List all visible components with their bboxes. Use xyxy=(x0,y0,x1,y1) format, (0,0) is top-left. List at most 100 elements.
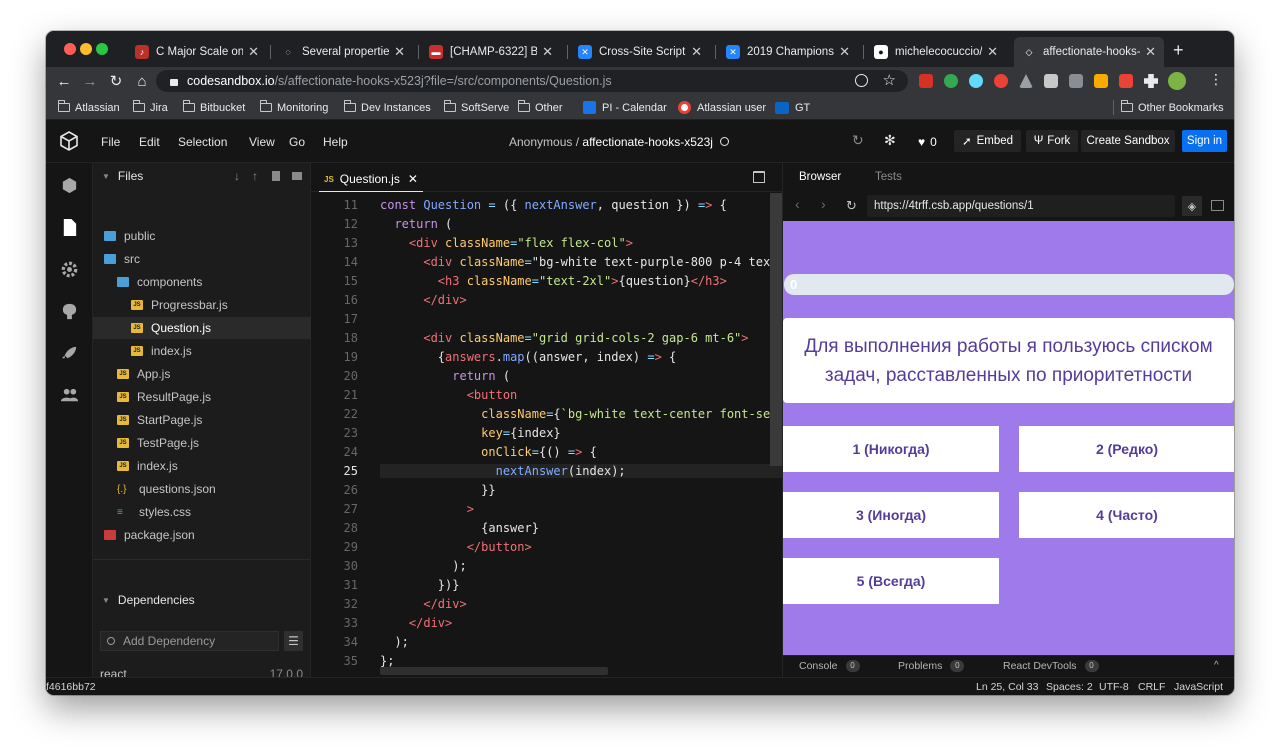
atlassian-extension-icon[interactable] xyxy=(1019,74,1033,88)
bookmark-atlassian-user[interactable]: Atlassian user xyxy=(678,100,766,115)
file-tree-item[interactable]: ≡ styles.css xyxy=(93,501,311,523)
minimize-window-button[interactable] xyxy=(80,43,92,55)
like-button[interactable]: ♥ 0 xyxy=(918,135,937,149)
bookmark-monitoring[interactable]: Monitoring xyxy=(260,100,328,115)
horizontal-scrollbar[interactable] xyxy=(380,667,608,675)
sandbox-info-icon[interactable] xyxy=(60,176,79,195)
users-icon[interactable] xyxy=(60,386,79,405)
answer-button-4[interactable]: 4 (Часто) xyxy=(1019,492,1234,538)
dependency-list-menu-icon[interactable]: ☰ xyxy=(284,631,303,651)
file-tree-item[interactable]: package.json xyxy=(93,524,311,546)
create-sandbox-button[interactable]: Create Sandbox xyxy=(1081,130,1175,152)
sandbox-name[interactable]: affectionate-hooks-x523j xyxy=(582,135,713,149)
file-tree-item[interactable]: JS index.js xyxy=(93,340,311,362)
rocket-deploy-icon[interactable] xyxy=(60,344,79,363)
menu-view[interactable]: View xyxy=(249,135,275,149)
close-tab-icon[interactable]: ✕ xyxy=(839,44,850,60)
add-dependency-input[interactable]: Add Dependency xyxy=(100,631,279,651)
editor-tab-question-js[interactable]: JS Question.js ✕ xyxy=(319,167,423,192)
code-line[interactable]: </div> xyxy=(380,597,466,611)
settings-gear-icon[interactable] xyxy=(60,260,79,279)
browser-tab-7[interactable]: ◇ affectionate-hooks- ✕ xyxy=(1014,37,1164,67)
code-line[interactable]: <button xyxy=(380,388,518,402)
code-line[interactable]: return ( xyxy=(380,369,510,383)
bookmark-atlassian[interactable]: Atlassian xyxy=(58,100,120,115)
file-tree-item[interactable]: JS TestPage.js xyxy=(93,432,311,454)
code-line[interactable]: {answers.map((answer, index) => { xyxy=(380,350,676,364)
settings-gear-icon[interactable]: ✻ xyxy=(884,132,896,149)
address-bar[interactable]: codesandbox.io/s/affectionate-hooks-x523… xyxy=(156,70,908,92)
code-line[interactable]: <div className="flex flex-col"> xyxy=(380,236,633,250)
github-icon[interactable] xyxy=(60,302,79,321)
cursor-position[interactable]: Ln 25, Col 33 xyxy=(976,681,1038,693)
refresh-icon[interactable]: ↻ xyxy=(846,198,857,214)
close-tab-icon[interactable]: ✕ xyxy=(408,172,418,186)
code-line[interactable]: ); xyxy=(380,559,466,573)
code-line[interactable]: <div className="grid grid-cols-2 gap-6 m… xyxy=(380,331,748,345)
react-devtools-tab[interactable]: React DevTools 0 xyxy=(1003,660,1099,672)
chevron-up-icon[interactable]: ^ xyxy=(1214,660,1219,671)
console-tab[interactable]: Console 0 xyxy=(799,660,860,672)
lastpass-extension-icon[interactable] xyxy=(1119,74,1133,88)
menu-file[interactable]: File xyxy=(101,135,120,149)
bookmark-other[interactable]: Other xyxy=(518,100,563,115)
react-devtools-extension-icon[interactable] xyxy=(969,74,983,88)
adblock-extension-icon[interactable] xyxy=(919,74,933,88)
file-tree-item[interactable]: JS ResultPage.js xyxy=(93,386,311,408)
sort-up-icon[interactable]: ↑ xyxy=(252,169,258,183)
code-line[interactable]: > xyxy=(380,502,474,516)
home-icon[interactable]: ⌂ xyxy=(131,70,153,92)
file-tree-item[interactable]: src xyxy=(93,248,311,270)
files-header[interactable]: ▼ Files ↓ ↑ xyxy=(93,163,311,189)
answer-button-5[interactable]: 5 (Всегда) xyxy=(783,558,999,604)
camera-extension-icon[interactable] xyxy=(1044,74,1058,88)
bookmark-pi-calendar[interactable]: PI - Calendar xyxy=(583,100,667,115)
code-line[interactable]: {answer} xyxy=(380,521,539,535)
embed-button[interactable]: ➚ Embed xyxy=(954,130,1021,152)
code-line[interactable]: </div> xyxy=(380,616,452,630)
close-window-button[interactable] xyxy=(64,43,76,55)
code-line[interactable]: <div className="bg-white text-purple-800… xyxy=(380,255,782,269)
new-file-icon[interactable] xyxy=(272,171,280,181)
tab-browser[interactable]: Browser xyxy=(799,171,841,183)
extensions-puzzle-icon[interactable] xyxy=(1144,74,1158,88)
sign-in-button[interactable]: Sign in xyxy=(1182,130,1227,152)
reload-icon[interactable]: ↻ xyxy=(105,70,127,92)
close-tab-icon[interactable]: ✕ xyxy=(542,44,553,60)
code-line[interactable]: const Question = ({ nextAnswer, question… xyxy=(380,198,727,212)
problems-tab[interactable]: Problems 0 xyxy=(898,660,965,672)
code-line[interactable]: }; xyxy=(380,654,394,668)
other-bookmarks[interactable]: Other Bookmarks xyxy=(1121,100,1224,115)
close-tab-icon[interactable]: ✕ xyxy=(987,44,998,60)
preview-url-input[interactable]: https://4trff.csb.app/questions/1 xyxy=(867,195,1175,217)
profile-avatar[interactable] xyxy=(1168,72,1186,90)
menu-go[interactable]: Go xyxy=(289,135,305,149)
browser-tab-6[interactable]: ● michelecocuccio/sin ✕ xyxy=(866,37,1006,67)
answer-button-2[interactable]: 2 (Редко) xyxy=(1019,426,1234,472)
code-line[interactable]: }} xyxy=(380,483,495,497)
bookmark-dev-instances[interactable]: Dev Instances xyxy=(344,100,431,115)
answer-button-3[interactable]: 3 (Иногда) xyxy=(783,492,999,538)
file-tree-item[interactable]: {.} questions.json xyxy=(93,478,311,500)
grammarly-extension-icon[interactable] xyxy=(944,74,958,88)
fork-button[interactable]: Ψ Fork xyxy=(1026,130,1078,152)
sort-down-icon[interactable]: ↓ xyxy=(234,169,240,183)
indentation[interactable]: Spaces: 2 xyxy=(1046,681,1093,693)
star-icon[interactable]: ☆ xyxy=(883,71,896,89)
zoom-window-button[interactable] xyxy=(96,43,108,55)
line-endings[interactable]: CRLF xyxy=(1138,681,1165,693)
close-tab-icon[interactable]: ✕ xyxy=(1145,44,1156,60)
menu-help[interactable]: Help xyxy=(323,135,348,149)
code-line[interactable]: </div> xyxy=(380,293,466,307)
new-tab-plus-icon[interactable]: + xyxy=(1173,40,1184,61)
code-line[interactable]: <h3 className="text-2xl">{question}</h3> xyxy=(380,274,727,288)
browser-tab-4[interactable]: ✕ Cross-Site Scripting ✕ xyxy=(570,37,710,67)
code-line[interactable]: onClick={() => { xyxy=(380,445,597,459)
code-line[interactable]: className={`bg-white text-center font-se… xyxy=(380,407,782,421)
close-tab-icon[interactable]: ✕ xyxy=(394,44,405,60)
file-icon[interactable] xyxy=(60,218,79,237)
encoding[interactable]: UTF-8 xyxy=(1099,681,1129,693)
file-tree-item[interactable]: public xyxy=(93,225,311,247)
file-tree-item[interactable]: JS StartPage.js xyxy=(93,409,311,431)
file-tree-item[interactable]: JS index.js xyxy=(93,455,311,477)
